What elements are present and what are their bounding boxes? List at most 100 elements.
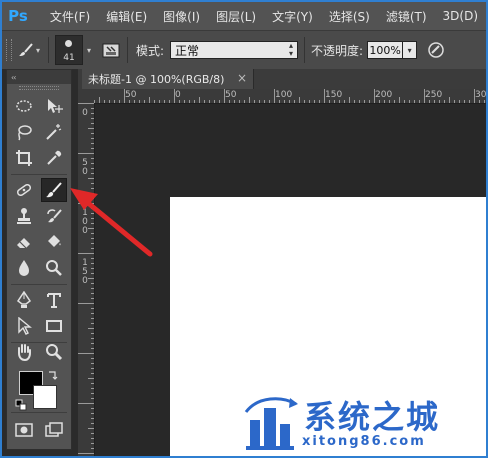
- brush-size-picker[interactable]: 41: [55, 35, 83, 65]
- document-tab-bar: 未标题-1 @ 100%(RGB/8) ×: [78, 69, 486, 89]
- brush-icon: [18, 43, 33, 56]
- move-icon: [48, 99, 63, 113]
- ruler-label: 100: [275, 90, 293, 100]
- pen-icon: [16, 291, 32, 308]
- divider: [127, 37, 128, 63]
- ruler-label: 0: [175, 90, 181, 100]
- toolbox-collapse[interactable]: ‹‹: [7, 70, 71, 84]
- ruler-origin[interactable]: [78, 89, 95, 104]
- brush-tip-icon: [65, 40, 72, 47]
- menu-file[interactable]: 文件(F): [42, 8, 98, 25]
- ruler-label: 50: [125, 90, 137, 100]
- pen-tool[interactable]: [11, 288, 37, 312]
- airbrush-toggle[interactable]: [427, 41, 445, 59]
- magic-wand-tool[interactable]: [41, 120, 67, 144]
- menu-edit[interactable]: 编辑(E): [98, 8, 155, 25]
- opacity-label: 不透明度:: [311, 43, 364, 58]
- ruler-label: 0: [82, 167, 88, 177]
- divider: [304, 37, 306, 63]
- type-icon: [47, 293, 61, 308]
- ruler-label: 250: [425, 90, 443, 100]
- clone-stamp-icon: [17, 208, 31, 224]
- watermark-title: 系统之城: [304, 398, 441, 436]
- menu-bar: Ps 文件(F) 编辑(E) 图像(I) 图层(L) 文字(Y) 选择(S) 滤…: [2, 2, 486, 30]
- screen-mode-button[interactable]: [41, 418, 67, 442]
- quick-mask-icon: [15, 423, 33, 437]
- healing-brush-tool[interactable]: [11, 178, 37, 202]
- toolbox-grip[interactable]: [7, 84, 71, 92]
- horizontal-ruler[interactable]: 50 0 50 100 150 200 250 300: [94, 89, 486, 104]
- ruler-label: 0: [82, 108, 88, 118]
- background-color-swatch[interactable]: [33, 385, 57, 409]
- watermark-logo-icon: [244, 397, 298, 450]
- options-bar-grip[interactable]: [6, 39, 12, 61]
- move-tool[interactable]: [41, 94, 67, 118]
- rectangle-icon: [46, 320, 62, 332]
- opacity-dropdown[interactable]: ▾: [403, 41, 418, 59]
- dodge-icon: [46, 260, 62, 276]
- crop-icon: [16, 150, 32, 166]
- clone-stamp-tool[interactable]: [11, 204, 37, 228]
- zoom-tool[interactable]: [41, 340, 67, 364]
- toolbox-divider: [11, 284, 67, 285]
- close-icon[interactable]: ×: [237, 71, 247, 85]
- magic-wand-icon: [46, 124, 62, 140]
- tool-preset-picker[interactable]: ▾: [16, 38, 42, 62]
- menu-layer[interactable]: 图层(L): [208, 8, 264, 25]
- ruler-label: 50: [225, 90, 237, 100]
- menu-filter[interactable]: 滤镜(T): [378, 8, 435, 25]
- zoom-icon: [46, 344, 63, 361]
- eraser-icon: [17, 238, 30, 249]
- path-select-icon: [18, 317, 32, 335]
- blur-icon: [19, 260, 29, 276]
- mode-value: 正常: [175, 43, 200, 58]
- mode-label: 模式:: [136, 43, 165, 58]
- toolbox-divider: [11, 174, 67, 175]
- swap-colors-icon[interactable]: [47, 367, 59, 386]
- divider: [48, 37, 49, 63]
- document-tab[interactable]: 未标题-1 @ 100%(RGB/8) ×: [82, 69, 254, 89]
- ruler-label: 200: [375, 90, 393, 100]
- marquee-icon: [16, 100, 32, 112]
- hand-icon: [18, 344, 31, 361]
- watermark: 系统之城 xitong86.com: [234, 388, 484, 456]
- screen-mode-icon: [45, 422, 63, 437]
- menu-image[interactable]: 图像(I): [155, 8, 208, 25]
- app-logo: Ps: [8, 7, 28, 25]
- watermark-site: xitong86.com: [302, 434, 426, 449]
- ruler-label: 150: [325, 90, 343, 100]
- menu-type[interactable]: 文字(Y): [264, 8, 321, 25]
- mode-select[interactable]: 正常 ▴ ▾: [170, 41, 299, 59]
- rectangle-tool[interactable]: [41, 314, 67, 338]
- annotation-arrow: [70, 188, 153, 257]
- blur-tool[interactable]: [11, 256, 37, 280]
- eyedropper-tool[interactable]: [41, 146, 67, 170]
- brush-size-dropdown[interactable]: ▾: [83, 36, 95, 64]
- ruler-label: 300: [475, 90, 486, 100]
- select-arrows-icon: ▴ ▾: [289, 41, 294, 58]
- menu-select[interactable]: 选择(S): [321, 8, 378, 25]
- hand-tool[interactable]: [11, 340, 37, 364]
- healing-brush-icon: [16, 183, 32, 197]
- marquee-tool[interactable]: [11, 94, 37, 118]
- ruler-label: 0: [82, 276, 88, 286]
- chevron-down-icon: ▾: [35, 45, 40, 55]
- options-bar: ▾ 41 ▾ 模式: 正常 ▴ ▾ 不透明度: 100% ▾: [2, 30, 486, 70]
- quick-mask-button[interactable]: [11, 418, 37, 442]
- toolbox-divider: [11, 412, 67, 413]
- lasso-tool[interactable]: [11, 120, 37, 144]
- crop-tool[interactable]: [11, 146, 37, 170]
- document-tab-title: 未标题-1 @ 100%(RGB/8): [88, 73, 225, 86]
- menu-3d[interactable]: 3D(D): [435, 9, 486, 23]
- lasso-icon: [18, 125, 32, 141]
- path-select-tool[interactable]: [11, 314, 37, 338]
- brush-panel-toggle[interactable]: [101, 40, 121, 60]
- type-tool[interactable]: [41, 288, 67, 312]
- vertical-ruler[interactable]: 0 5 0 1 0 0 1 5 0: [78, 103, 95, 456]
- brush-size-value: 41: [63, 53, 75, 63]
- eraser-tool[interactable]: [11, 230, 37, 254]
- airbrush-icon: [428, 42, 444, 58]
- opacity-input[interactable]: 100%: [367, 41, 404, 59]
- eyedropper-icon: [47, 150, 62, 165]
- brush-panel-icon: [102, 43, 120, 58]
